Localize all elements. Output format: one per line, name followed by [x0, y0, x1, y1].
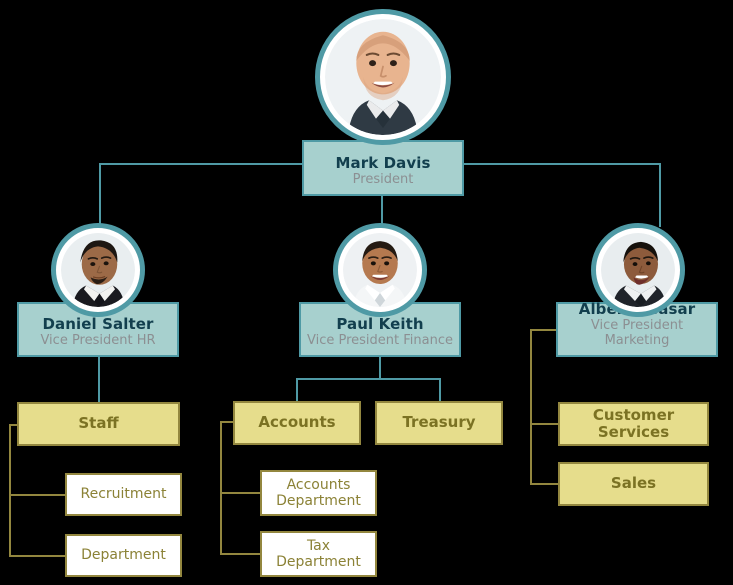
connector-vp-finance-stem — [379, 357, 381, 379]
unit-treasury[interactable]: Treasury — [375, 401, 503, 445]
connector-hr-spine — [9, 424, 11, 556]
vp-hr-name: Daniel Salter — [42, 314, 154, 333]
connector-hr-to-department — [9, 555, 67, 557]
avatar-president-inner — [325, 19, 441, 135]
unit-tax-department-label: Tax Department — [276, 537, 361, 570]
unit-recruitment-label: Recruitment — [80, 486, 167, 503]
connector-finance-to-tax-dept — [220, 553, 262, 555]
connector-marketing-to-customer-services — [530, 423, 560, 425]
unit-customer-services[interactable]: Customer Services — [558, 402, 709, 446]
unit-staff[interactable]: Staff — [17, 402, 180, 446]
avatar-albert-ceasar[interactable] — [591, 223, 685, 317]
unit-hr-department-label: Department — [81, 547, 166, 564]
connector-marketing-spine-to-vp — [530, 329, 558, 331]
vp-finance-title: Vice President Finance — [306, 333, 453, 349]
unit-treasury-label: Treasury — [402, 413, 476, 432]
connector-finance-to-treasury — [439, 378, 441, 402]
president-title: President — [352, 172, 414, 188]
org-chart: Mark Davis President Daniel Salter Vice … — [0, 0, 733, 585]
avatar-daniel-salter-inner — [61, 233, 135, 307]
avatar-paul-keith-photo — [343, 233, 417, 307]
connector-hr-to-recruitment — [9, 494, 67, 496]
unit-sales-label: Sales — [610, 474, 657, 493]
connector-finance-to-accounts-dept — [220, 492, 262, 494]
avatar-president[interactable] — [315, 9, 451, 145]
connector-marketing-to-sales — [530, 483, 560, 485]
unit-hr-department[interactable]: Department — [65, 534, 182, 577]
president-box[interactable]: Mark Davis President — [302, 140, 464, 196]
vp-hr-title: Vice President HR — [40, 333, 156, 349]
avatar-paul-keith[interactable] — [333, 223, 427, 317]
unit-tax-department[interactable]: Tax Department — [260, 531, 377, 577]
avatar-daniel-salter-photo — [61, 233, 135, 307]
connector-marketing-spine — [530, 329, 532, 484]
connector-vp-finance-bus — [296, 378, 441, 380]
unit-customer-services-label: Customer Services — [592, 405, 675, 441]
node-president[interactable]: Mark Davis President — [302, 140, 464, 196]
avatar-president-photo — [325, 19, 441, 135]
unit-accounts[interactable]: Accounts — [233, 401, 361, 445]
connector-finance-to-accounts — [296, 378, 298, 402]
unit-accounts-department[interactable]: Accounts Department — [260, 470, 377, 516]
avatar-albert-ceasar-inner — [601, 233, 675, 307]
unit-accounts-label: Accounts — [258, 413, 336, 432]
unit-staff-label: Staff — [78, 414, 119, 433]
unit-sales[interactable]: Sales — [558, 462, 709, 506]
president-name: Mark Davis — [335, 153, 431, 172]
unit-accounts-department-label: Accounts Department — [276, 476, 361, 509]
vp-marketing-title: Vice President Marketing — [590, 318, 684, 349]
unit-recruitment[interactable]: Recruitment — [65, 473, 182, 516]
avatar-daniel-salter[interactable] — [51, 223, 145, 317]
vp-finance-name: Paul Keith — [336, 314, 424, 333]
connector-drop-vp-marketing — [659, 163, 661, 227]
avatar-paul-keith-inner — [343, 233, 417, 307]
avatar-albert-ceasar-photo — [601, 233, 675, 307]
connector-vp-hr-to-staff — [98, 357, 100, 402]
connector-finance-spine — [220, 421, 222, 553]
connector-drop-vp-hr — [99, 163, 101, 227]
